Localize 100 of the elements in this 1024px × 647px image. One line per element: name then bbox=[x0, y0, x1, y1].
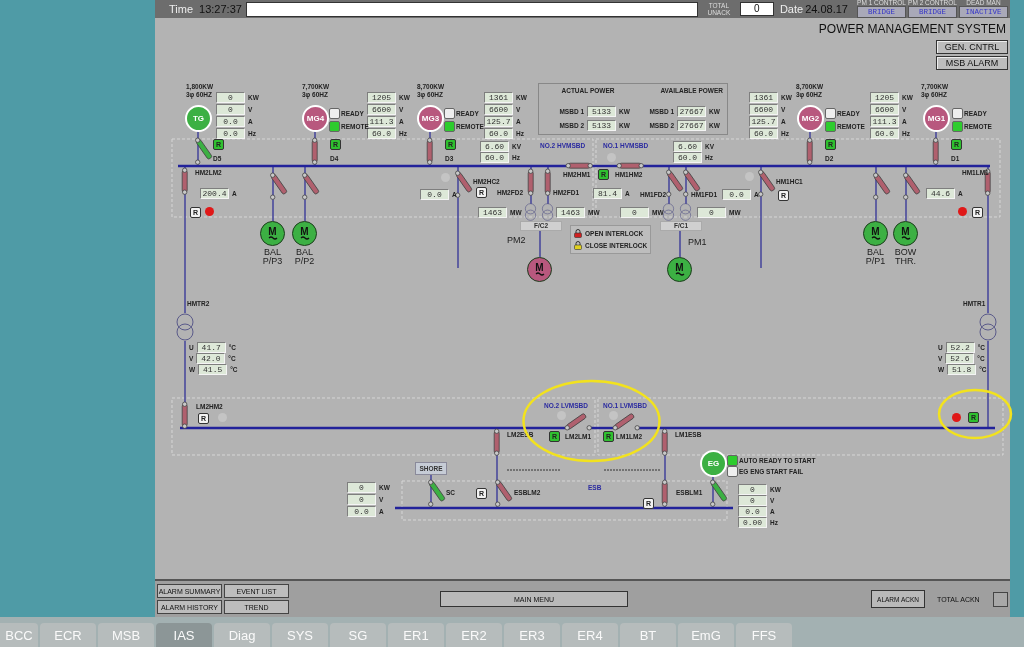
reading-value: 0 bbox=[216, 104, 245, 115]
generator-symbol[interactable]: MG3 bbox=[417, 105, 444, 132]
generator-symbol[interactable]: MG2 bbox=[797, 105, 824, 132]
total-ack-box[interactable] bbox=[992, 591, 1008, 607]
reading-value: 1361 bbox=[484, 92, 513, 103]
transformer-icon bbox=[524, 203, 537, 221]
circuit-breaker[interactable] bbox=[312, 137, 318, 165]
circuit-breaker[interactable] bbox=[428, 479, 446, 507]
circuit-breaker[interactable] bbox=[270, 172, 288, 200]
cable-line bbox=[539, 229, 541, 258]
reading-value: 0.00 bbox=[738, 517, 767, 528]
time-value: 13:27:37 bbox=[199, 3, 242, 15]
circuit-breaker[interactable] bbox=[666, 169, 684, 197]
reading-value: 111.3 bbox=[870, 116, 899, 127]
motor-label: PM2 bbox=[507, 236, 526, 245]
motor-symbol: M bbox=[527, 257, 552, 282]
transformer-icon bbox=[979, 313, 997, 341]
reading-value: 0 bbox=[216, 92, 245, 103]
nav-button[interactable]: MSB ALARM bbox=[936, 56, 1008, 70]
circuit-breaker[interactable] bbox=[662, 428, 668, 456]
reading-value: 60.0 bbox=[673, 152, 702, 163]
reading-value: 125.7 bbox=[749, 116, 778, 127]
reading-value: 6600 bbox=[749, 104, 778, 115]
reading-value: 5133 bbox=[587, 120, 616, 131]
reading-value: 1205 bbox=[870, 92, 899, 103]
cable-line bbox=[530, 165, 532, 205]
motor-label: BAL P/P3 bbox=[262, 248, 283, 266]
dashed-line bbox=[603, 469, 661, 471]
circuit-breaker[interactable] bbox=[612, 413, 640, 431]
reading-value: 6.60 bbox=[480, 141, 509, 152]
motor-symbol: M bbox=[292, 221, 317, 246]
generator-symbol[interactable]: MG4 bbox=[302, 105, 329, 132]
circuit-breaker[interactable] bbox=[616, 163, 644, 169]
reading-value: 6600 bbox=[484, 104, 513, 115]
reading-value: 52.2 bbox=[945, 342, 975, 353]
reading-value: 41.7 bbox=[196, 342, 226, 353]
nav-button[interactable]: GEN. CNTRL bbox=[936, 40, 1008, 54]
reading-value: 6.60 bbox=[673, 141, 702, 152]
circuit-breaker[interactable] bbox=[564, 413, 592, 431]
cable-line bbox=[679, 229, 681, 258]
circuit-breaker[interactable] bbox=[302, 172, 320, 200]
circuit-breaker[interactable] bbox=[182, 401, 188, 429]
reading-value: 0 bbox=[738, 484, 767, 495]
motor-symbol: M bbox=[893, 221, 918, 246]
reading-value: 1463 bbox=[556, 207, 585, 218]
motor-symbol: M bbox=[260, 221, 285, 246]
unack-count: 0 bbox=[739, 2, 774, 16]
circuit-breaker[interactable] bbox=[873, 172, 891, 200]
reading-value: 41.5 bbox=[198, 364, 228, 375]
reading-value: 0 bbox=[697, 207, 726, 218]
reading-value: 60.0 bbox=[870, 128, 899, 139]
busbar bbox=[591, 426, 613, 430]
circuit-breaker[interactable] bbox=[182, 167, 188, 195]
page-title: POWER MANAGEMENT SYSTEM bbox=[818, 22, 1006, 36]
reading-value: 60.0 bbox=[749, 128, 778, 139]
circuit-breaker[interactable] bbox=[195, 137, 213, 165]
time-label: Time bbox=[169, 3, 194, 15]
circuit-breaker[interactable] bbox=[528, 168, 534, 196]
cable-line bbox=[547, 165, 549, 205]
reading-value: 27667 bbox=[677, 106, 706, 117]
reading-value: 1361 bbox=[749, 92, 778, 103]
reading-value: 1463 bbox=[478, 207, 507, 218]
date-value: 24.08.17 bbox=[805, 3, 848, 15]
circuit-breaker[interactable] bbox=[565, 163, 593, 169]
circuit-breaker[interactable] bbox=[455, 170, 473, 198]
dashed-line bbox=[506, 469, 561, 471]
motor-label: BOW THR. bbox=[894, 248, 917, 266]
reading-value: 0.0 bbox=[216, 116, 245, 127]
reading-value: 60.0 bbox=[367, 128, 396, 139]
reading-value: 0.0 bbox=[420, 189, 449, 200]
reading-value: 6600 bbox=[367, 104, 396, 115]
circuit-breaker[interactable] bbox=[662, 479, 668, 507]
reading-value: 0 bbox=[347, 482, 376, 493]
reading-value: 1205 bbox=[367, 92, 396, 103]
circuit-breaker[interactable] bbox=[807, 137, 813, 165]
cable-line bbox=[905, 165, 907, 222]
motor-label: PM1 bbox=[688, 238, 707, 247]
transformer-icon bbox=[541, 203, 554, 221]
reading-value: 81.4 bbox=[593, 188, 622, 199]
reading-value: 0 bbox=[738, 495, 767, 506]
motor-label: BAL P/P1 bbox=[865, 248, 886, 266]
transformer-icon bbox=[662, 203, 675, 221]
circuit-breaker[interactable] bbox=[758, 169, 776, 197]
reading-value: 52.6 bbox=[945, 353, 975, 364]
circuit-breaker[interactable] bbox=[494, 428, 500, 456]
circuit-breaker[interactable] bbox=[903, 172, 921, 200]
circuit-breaker[interactable] bbox=[495, 479, 513, 507]
transformer-icon bbox=[176, 313, 194, 341]
reading-value: 6600 bbox=[870, 104, 899, 115]
reading-value: 0.0 bbox=[216, 128, 245, 139]
motor-symbol: M bbox=[863, 221, 888, 246]
cable-line bbox=[875, 165, 877, 222]
circuit-breaker[interactable] bbox=[710, 479, 728, 507]
circuit-breaker[interactable] bbox=[427, 137, 433, 165]
circuit-breaker[interactable] bbox=[545, 168, 551, 196]
circuit-breaker[interactable] bbox=[933, 137, 939, 165]
reading-value: 0.0 bbox=[738, 506, 767, 517]
generator-symbol[interactable]: MG1 bbox=[923, 105, 950, 132]
cable-line bbox=[304, 165, 306, 222]
reading-value: 27667 bbox=[677, 120, 706, 131]
